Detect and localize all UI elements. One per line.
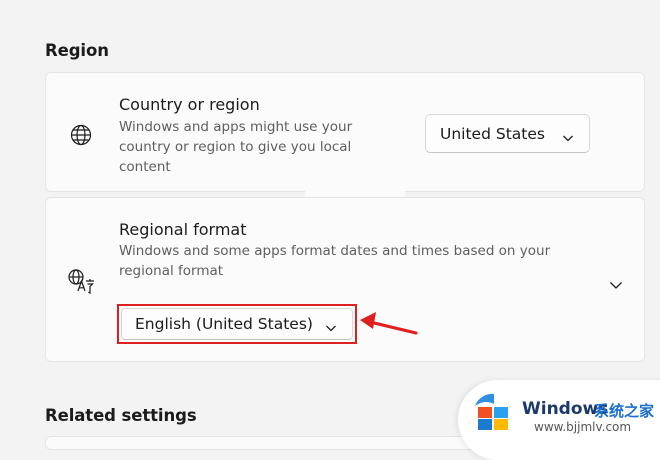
country-region-title: Country or region [119,95,260,114]
regional-format-card[interactable]: Regional format Windows and some apps fo… [45,197,645,362]
country-region-selected: United States [440,124,545,143]
chevron-down-icon [325,318,337,337]
regional-format-selected: English (United States) [135,315,313,333]
chevron-down-icon [562,128,574,147]
language-icon [67,268,95,298]
regional-format-dropdown[interactable]: English (United States) [121,308,353,340]
region-section-title: Region [45,41,109,60]
watermark-cn-text: 系统之家 [594,402,655,420]
related-settings-title: Related settings [45,406,197,425]
windows-logo-icon [472,392,516,436]
country-region-description: Windows and apps might use your country … [119,119,353,175]
annotation-arrow [360,312,418,335]
regional-format-description: Windows and some apps format dates and t… [119,243,551,279]
watermark: Windows 系统之家 www.bjjmlv.com [458,380,660,460]
expand-chevron-icon[interactable] [609,275,623,294]
regional-format-title: Regional format [119,220,247,239]
country-region-card: Country or region Windows and apps might… [45,72,645,192]
globe-icon [69,123,93,151]
watermark-url: www.bjjmlv.com [534,420,632,434]
country-region-dropdown[interactable]: United States [425,114,590,153]
